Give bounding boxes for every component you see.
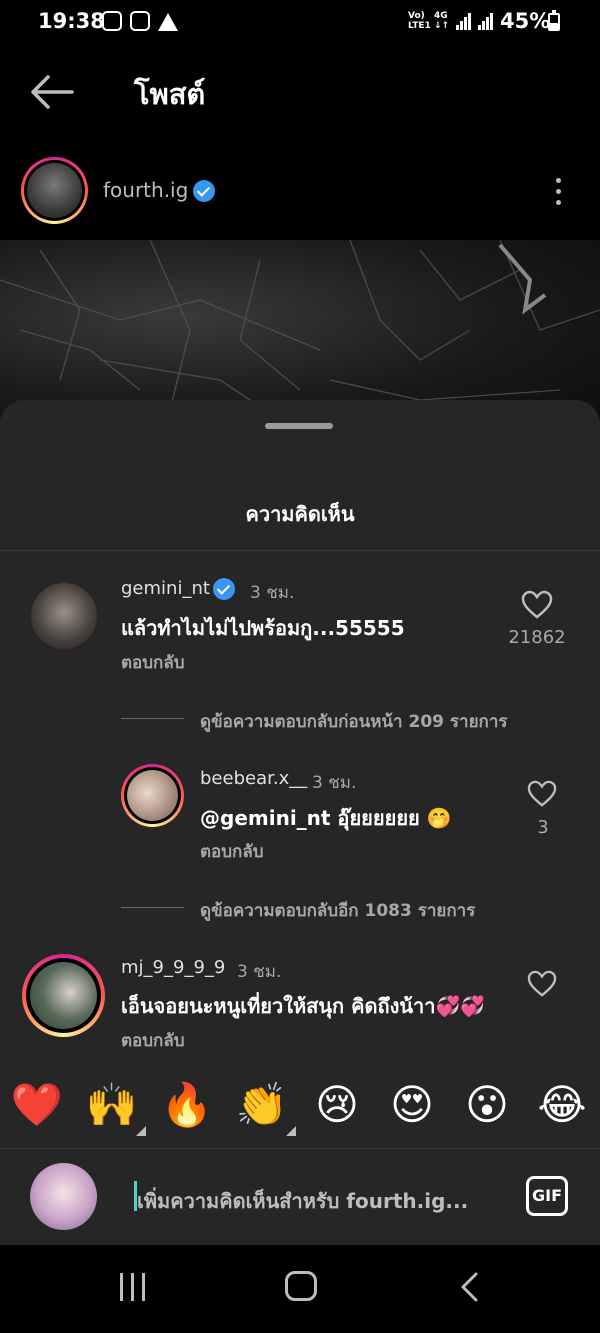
verified-badge-icon xyxy=(193,180,215,202)
author-avatar[interactable] xyxy=(21,157,88,224)
comment-time: 3 ชม. xyxy=(250,583,295,603)
comment-username[interactable]: mj_9_9_9_9 xyxy=(121,957,225,978)
commenter-avatar[interactable] xyxy=(31,583,97,649)
heart-icon[interactable] xyxy=(527,780,557,808)
network-type-label: 4G ↓↑ xyxy=(434,11,450,31)
post-author-row: fourth.ig xyxy=(0,140,600,240)
reply-button[interactable]: ตอบกลับ xyxy=(121,649,185,676)
view-previous-replies-button[interactable]: ดูข้อความตอบกลับก่อนหน้า 209 รายการ xyxy=(200,708,508,735)
comment-text-body: เอ็นจอยนะหนูเที่ยวให้สนุก คิดถึงน้าา xyxy=(121,994,436,1018)
home-button[interactable] xyxy=(285,1271,317,1301)
like-count: 21862 xyxy=(508,627,566,648)
comment-input-bar: เพิ่มความคิดเห็นสำหรับ fourth.ig... GIF xyxy=(0,1148,600,1245)
divider xyxy=(121,718,184,719)
clap-emoji-button[interactable]: 👏 xyxy=(235,1078,289,1132)
divider xyxy=(0,550,600,551)
emoji-quick-bar: ❤️ 🙌 🔥 👏 😢 😍 😮 😂 xyxy=(0,1070,600,1140)
gallery-icon xyxy=(130,11,150,31)
comment-text: เอ็นจอยนะหนูเที่ยวให้สนุก คิดถึงน้าา💞💞 xyxy=(121,990,485,1022)
heart-icon[interactable] xyxy=(521,590,553,620)
volte-label: Vo) LTE1 xyxy=(408,11,431,31)
nav-back-button[interactable] xyxy=(458,1271,482,1303)
comment-emoji: 🤭 xyxy=(426,806,452,830)
comment-time: 3 ชม. xyxy=(237,962,282,982)
signal-icon-2 xyxy=(478,13,494,30)
variant-indicator-icon xyxy=(136,1126,146,1136)
comment-time: 3 ชม. xyxy=(312,773,357,793)
raised-hands-emoji-button[interactable]: 🙌 xyxy=(85,1078,139,1132)
gif-button[interactable]: GIF xyxy=(526,1176,568,1216)
comment-text-body: @gemini_nt อุ๊ยยยยยย xyxy=(200,806,420,830)
status-time: 19:38 xyxy=(38,9,105,33)
system-nav-bar xyxy=(0,1245,600,1333)
sheet-drag-handle[interactable] xyxy=(265,423,333,429)
laughing-emoji-button[interactable]: 😂 xyxy=(535,1078,589,1132)
variant-indicator-icon xyxy=(286,1126,296,1136)
comment-text: @gemini_nt อุ๊ยยยยยย 🤭 xyxy=(200,802,452,834)
status-bar: 19:38 Vo) LTE1 4G ↓↑ 45% xyxy=(0,0,600,44)
reply-button[interactable]: ตอบกลับ xyxy=(121,1027,185,1054)
heart-emoji-button[interactable]: ❤️ xyxy=(10,1078,64,1132)
comment-input[interactable]: เพิ่มความคิดเห็นสำหรับ fourth.ig... xyxy=(137,1185,468,1217)
fire-emoji-button[interactable]: 🔥 xyxy=(160,1078,214,1132)
comment-username[interactable]: gemini_nt xyxy=(121,578,210,599)
reply-button[interactable]: ตอบกลับ xyxy=(200,838,264,865)
view-more-replies-button[interactable]: ดูข้อความตอบกลับอีก 1083 รายการ xyxy=(200,897,475,924)
sheet-title: ความคิดเห็น xyxy=(245,502,355,526)
instagram-icon xyxy=(102,11,122,31)
comment-username[interactable]: beebear.x__ xyxy=(200,768,307,789)
crying-emoji-button[interactable]: 😢 xyxy=(310,1078,364,1132)
commenter-avatar[interactable] xyxy=(121,764,184,827)
post-header: โพสต์ xyxy=(0,44,600,140)
warning-icon xyxy=(158,11,178,31)
like-count: 3 xyxy=(537,817,549,838)
signal-icon xyxy=(456,13,472,30)
divider xyxy=(121,907,184,908)
heart-icon[interactable] xyxy=(527,970,557,998)
more-options-button[interactable] xyxy=(548,176,568,208)
verified-badge-icon xyxy=(213,578,235,600)
comment-text: แล้วทำไมไม่ไปพร้อมกู...55555 xyxy=(121,616,405,640)
arrow-left-icon xyxy=(31,75,74,109)
recent-apps-button[interactable] xyxy=(118,1273,148,1301)
battery-icon xyxy=(548,10,560,31)
heart-eyes-emoji-button[interactable]: 😍 xyxy=(385,1078,439,1132)
back-button[interactable] xyxy=(28,72,76,112)
current-user-avatar xyxy=(30,1163,97,1230)
page-title: โพสต์ xyxy=(134,77,206,111)
surprised-emoji-button[interactable]: 😮 xyxy=(460,1078,514,1132)
author-username[interactable]: fourth.ig xyxy=(103,178,188,202)
comment-emoji: 💞💞 xyxy=(435,994,486,1018)
notification-icons xyxy=(102,11,178,31)
commenter-avatar[interactable] xyxy=(22,954,105,1037)
battery-percent: 45% xyxy=(500,9,551,33)
